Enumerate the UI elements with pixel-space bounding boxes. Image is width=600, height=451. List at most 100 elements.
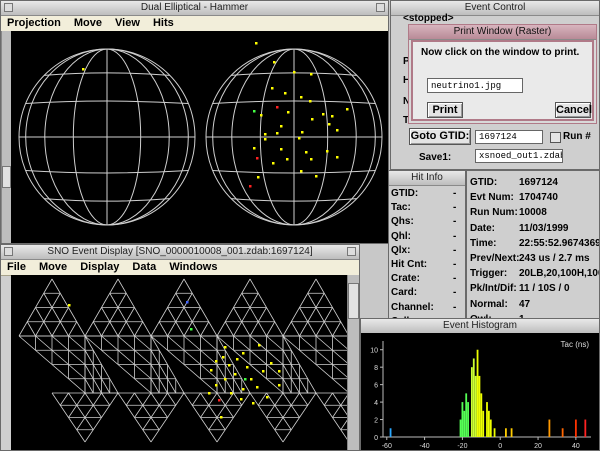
pmt-hit xyxy=(250,378,253,381)
pmt-hit xyxy=(315,175,318,178)
event-info-value: 1704740 xyxy=(519,192,558,204)
pmt-hit xyxy=(82,68,85,71)
print-button[interactable]: Print xyxy=(427,102,463,118)
pmt-hit xyxy=(255,42,258,45)
icosahedron-grid-line xyxy=(299,335,350,380)
pmt-hit xyxy=(300,170,303,173)
print-window-dialog: Print Window (Raster) Now click on the w… xyxy=(408,24,597,124)
cancel-button[interactable]: Cancel xyxy=(555,102,592,118)
hammer-scrollbar[interactable] xyxy=(1,31,11,243)
pmt-hit xyxy=(276,132,279,135)
icosahedron-grid-line xyxy=(150,378,160,394)
pmt-hit xyxy=(249,185,252,188)
histogram-bar xyxy=(465,393,468,437)
sno-display-canvas[interactable] xyxy=(11,275,359,450)
menu-display[interactable]: Display xyxy=(80,261,119,273)
pmt-hit xyxy=(253,110,256,113)
event-info-value: 11/03/1999 xyxy=(519,222,569,234)
pmt-hit xyxy=(273,61,276,64)
menu-windows[interactable]: Windows xyxy=(169,261,217,273)
pmt-hit xyxy=(264,138,267,141)
histogram-bar xyxy=(476,349,479,437)
histogram-bar xyxy=(461,402,464,437)
icosahedron-grid-line xyxy=(282,378,292,394)
goto-gtid-field[interactable]: 1697124 xyxy=(475,130,543,144)
histogram-bar xyxy=(478,375,481,437)
goto-gtid-button[interactable]: Goto GTID: xyxy=(409,128,471,145)
y-tick-label: 8 xyxy=(374,365,378,372)
menu-move[interactable]: Move xyxy=(74,17,102,29)
menu-hits[interactable]: Hits xyxy=(153,17,174,29)
pmt-hit xyxy=(258,344,261,347)
icosahedron-grid-line xyxy=(332,321,342,337)
histogram-title: Event Histogram xyxy=(443,320,517,331)
pmt-hit xyxy=(68,304,71,307)
menu-data[interactable]: Data xyxy=(132,261,156,273)
pmt-hit xyxy=(260,114,263,117)
hit-info-value: - xyxy=(453,216,457,228)
icosahedron-grid-line xyxy=(84,378,94,394)
minimize-box-icon[interactable] xyxy=(347,247,356,256)
histogram-titlebar[interactable]: Event Histogram xyxy=(361,319,599,334)
menu-move[interactable]: Move xyxy=(39,261,67,273)
pmt-hit xyxy=(322,113,325,116)
sno-display-scrollbar[interactable] xyxy=(347,275,359,450)
save-file-field[interactable]: xsnoed_out1.zdab xyxy=(475,149,563,163)
pmt-hit xyxy=(278,370,281,373)
event-info-label: Evt Num: xyxy=(470,192,514,204)
pmt-hit xyxy=(271,87,274,90)
pmt-hit xyxy=(224,346,227,349)
hammer-scrollbar-thumb[interactable] xyxy=(2,166,11,188)
x-tick-label: -20 xyxy=(457,443,467,450)
print-window-titlebar[interactable]: Print Window (Raster) xyxy=(409,25,596,40)
hammer-titlebar[interactable]: Dual Elliptical - Hammer xyxy=(1,1,388,16)
icosahedron-grid-line xyxy=(59,392,69,406)
sno-display-titlebar[interactable]: SNO Event Display [SNO_0000010008_001.zd… xyxy=(1,245,359,260)
hit-info-label: Crate: xyxy=(391,273,420,285)
hammer-projection-svg xyxy=(18,42,383,226)
pmt-hit xyxy=(336,156,339,159)
print-prompt: Now click on the window to print. xyxy=(421,47,580,58)
pmt-hit xyxy=(272,162,275,165)
pmt-hit xyxy=(242,388,245,391)
icosahedron-grid-line xyxy=(266,335,284,351)
menu-projection[interactable]: Projection xyxy=(7,17,61,29)
histogram-bar xyxy=(489,419,492,437)
event-info-label: Date: xyxy=(470,222,496,234)
histogram-canvas[interactable]: 0 2 4 6 8 10 -60 -40 -20 0 20 40 Tac (ns) xyxy=(361,333,599,450)
menu-file[interactable]: File xyxy=(7,261,26,273)
x-tick-label: 40 xyxy=(572,443,580,450)
hit-info-label: Tac: xyxy=(391,202,411,214)
pmt-hit xyxy=(224,378,227,381)
menu-view[interactable]: View xyxy=(115,17,140,29)
pmt-hit xyxy=(311,118,314,121)
run-status: <stopped> xyxy=(403,13,454,24)
sno-display-scrollbar-thumb[interactable] xyxy=(348,283,359,319)
close-box-icon[interactable] xyxy=(4,247,13,256)
hit-info-label: Channel: xyxy=(391,301,434,313)
histogram-window: Event Histogram 0 2 4 6 8 10 -60 -40 -20 0 20 40 Tac… xyxy=(360,318,600,451)
pmt-hit xyxy=(305,151,308,154)
pmt-hit xyxy=(346,108,349,111)
close-box-icon[interactable] xyxy=(4,3,13,12)
histogram-bar xyxy=(510,428,513,437)
hit-info-label: Qhs: xyxy=(391,216,414,228)
minimize-box-icon[interactable] xyxy=(376,3,385,12)
icosahedron-grid-line xyxy=(233,335,284,380)
pmt-hit xyxy=(276,106,279,109)
icosahedral-projection-svg xyxy=(18,278,359,443)
run-number-checkbox[interactable] xyxy=(550,132,561,143)
hammer-canvas[interactable] xyxy=(11,31,388,243)
y-tick-label: 10 xyxy=(370,348,378,355)
hit-info-titlebar[interactable]: Hit Info xyxy=(389,171,465,186)
sno-display-menubar: File Move Display Data Windows xyxy=(1,260,359,276)
pmt-hit xyxy=(328,123,331,126)
event-info-value: 1697124 xyxy=(519,177,558,188)
event-info-value: 243 us / 2.7 ms xyxy=(519,253,590,264)
event-info-label: GTID: xyxy=(470,177,498,188)
event-info-value: 20LB,20,100H,100 xyxy=(519,268,600,280)
pmt-hit xyxy=(270,362,273,365)
print-filename-field[interactable]: neutrino1.jpg xyxy=(427,78,523,93)
pmt-hit xyxy=(287,111,290,114)
histogram-bar xyxy=(505,428,507,437)
